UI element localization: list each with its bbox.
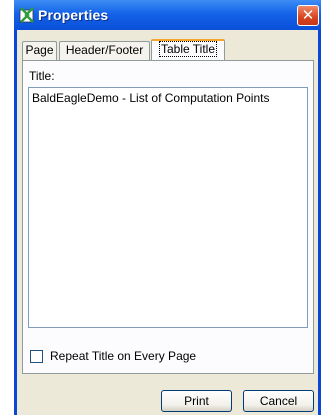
cancel-button[interactable]: Cancel bbox=[243, 390, 314, 412]
close-button[interactable]: ✕ bbox=[297, 5, 319, 26]
tab-header-footer[interactable]: Header/Footer bbox=[59, 41, 150, 60]
properties-app-icon bbox=[19, 7, 34, 23]
tab-table-title[interactable]: Table Title bbox=[151, 39, 225, 60]
title-field-label: Title: bbox=[29, 69, 55, 83]
title-textarea[interactable]: BaldEagleDemo - List of Computation Poin… bbox=[28, 87, 308, 328]
title-text-value: BaldEagleDemo - List of Computation Poin… bbox=[32, 91, 270, 105]
tab-table-title-label: Table Title bbox=[158, 41, 218, 57]
close-icon: ✕ bbox=[301, 7, 315, 24]
tab-header-footer-label: Header/Footer bbox=[65, 43, 144, 57]
dialog-client-area: Page Header/Footer Table Title Title: Ba… bbox=[17, 30, 318, 415]
title-bar[interactable]: Properties ✕ bbox=[14, 0, 321, 30]
repeat-title-label[interactable]: Repeat Title on Every Page bbox=[50, 349, 196, 363]
repeat-title-checkbox[interactable] bbox=[30, 350, 43, 363]
print-button[interactable]: Print bbox=[161, 390, 232, 412]
tab-page[interactable]: Page bbox=[22, 41, 57, 60]
properties-dialog: Properties ✕ Page Header/Footer Table Ti… bbox=[14, 0, 321, 415]
table-title-panel: Title: BaldEagleDemo - List of Computati… bbox=[22, 60, 314, 374]
tab-page-label: Page bbox=[25, 43, 54, 57]
window-title: Properties bbox=[38, 7, 109, 23]
